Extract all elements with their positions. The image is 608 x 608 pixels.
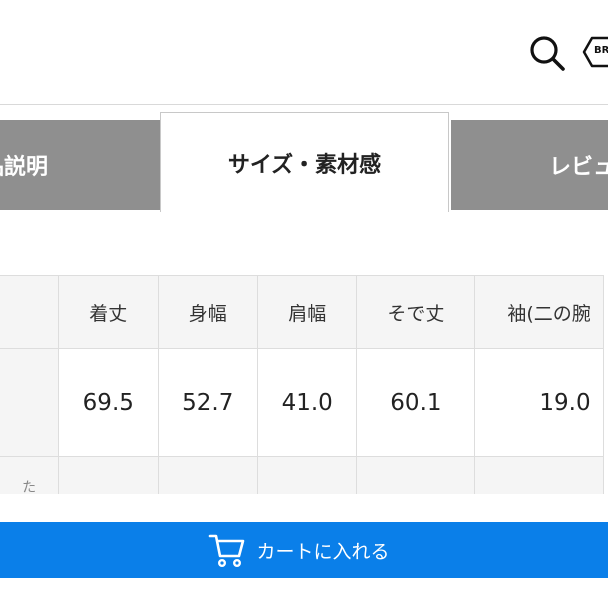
tab-label: レビュ (549, 155, 608, 180)
tab-reviews[interactable]: レビュ (451, 120, 608, 210)
search-button[interactable] (528, 34, 566, 72)
table-cell (356, 456, 476, 498)
table-cell: 41.0 (256, 348, 358, 457)
table-header-row: 着丈 身幅 肩幅 そで丈 袖(二の腕 (0, 275, 604, 349)
table-cell (58, 456, 159, 498)
table-row: た (0, 456, 604, 498)
table-cell (256, 456, 358, 498)
bottom-spacer (0, 578, 608, 608)
tabs-divider (0, 104, 608, 105)
table-cell: た (0, 456, 60, 498)
add-to-cart-button[interactable]: カートに入れる (0, 522, 608, 578)
brand-label: BRA (594, 45, 608, 56)
brand-button[interactable]: BRA (582, 36, 608, 68)
tab-product-description[interactable]: 品説明 (0, 120, 160, 210)
table-header-cell (0, 275, 60, 349)
tab-label: サイズ・素材感 (227, 152, 382, 178)
product-tabs: 品説明 サイズ・素材感 レビュ (0, 104, 608, 212)
table-header-cell: そで丈 (356, 275, 476, 349)
table-header-cell: 袖(二の腕 (474, 275, 604, 349)
table-header-cell: 肩幅 (256, 275, 358, 349)
table-cell: 69.5 (58, 348, 159, 457)
add-to-cart-label: カートに入れる (256, 540, 390, 563)
table-cell: 60.1 (356, 348, 476, 457)
app-header: BRA (0, 0, 608, 104)
tab-size-material[interactable]: サイズ・素材感 (160, 112, 449, 212)
table-overflow-mask (0, 494, 608, 524)
table-header-cell: 着丈 (58, 275, 159, 349)
table-cell: 52.7 (157, 348, 258, 457)
search-icon (530, 36, 565, 71)
table-row: 69.5 52.7 41.0 60.1 19.0 (0, 348, 604, 457)
table-cell (157, 456, 258, 498)
table-header-cell: 身幅 (157, 275, 258, 349)
table-cell: 19.0 (474, 348, 604, 457)
cart-icon (209, 534, 245, 568)
table-cell (0, 348, 60, 457)
table-cell (474, 456, 604, 498)
tab-label: 品説明 (0, 155, 49, 180)
size-table: 着丈 身幅 肩幅 そで丈 袖(二の腕 69.5 52.7 41.0 60.1 1… (0, 275, 604, 498)
